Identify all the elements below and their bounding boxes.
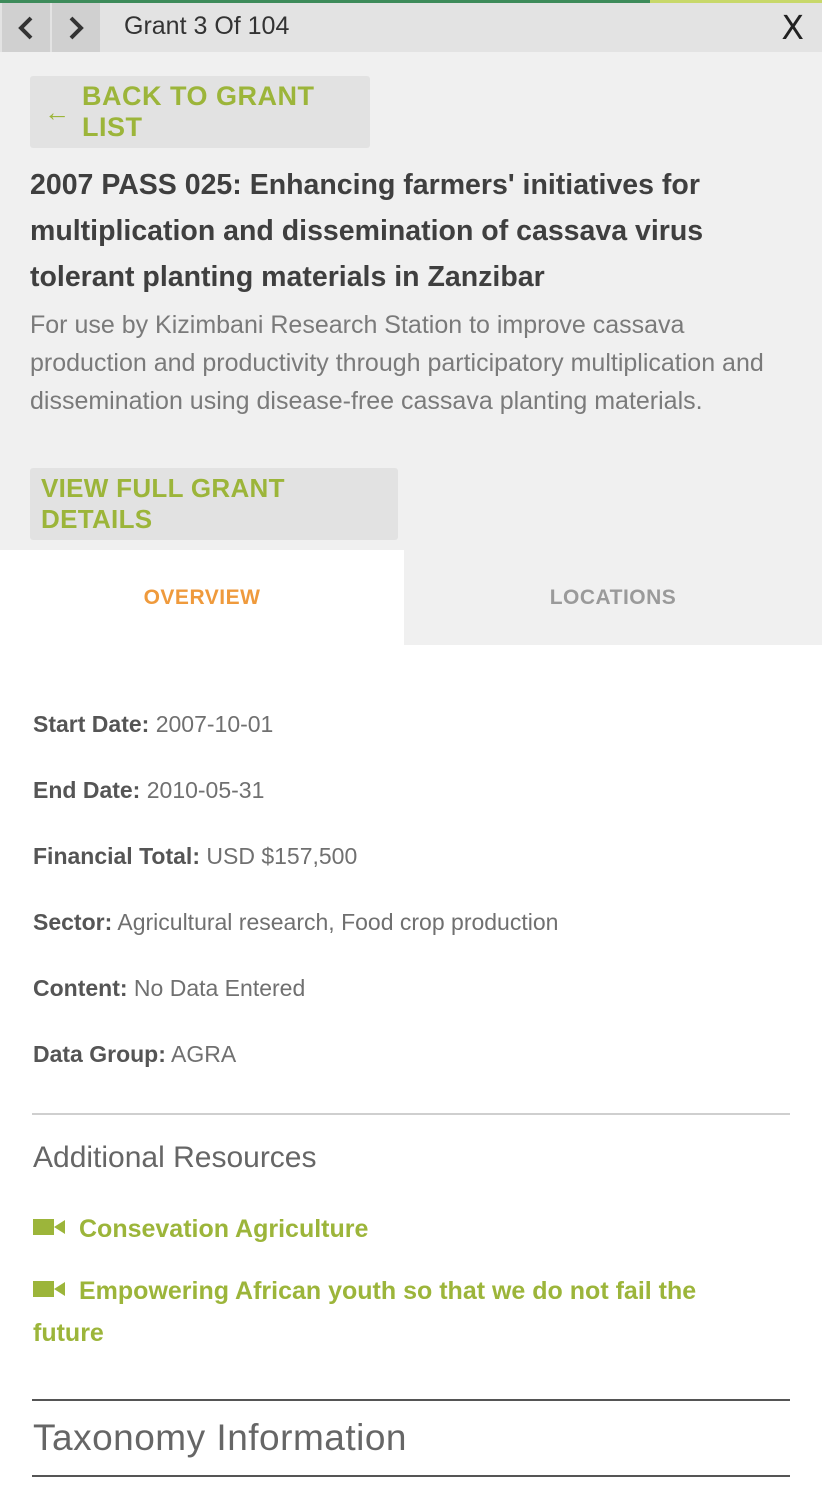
chevron-right-icon: [69, 16, 84, 39]
arrow-left-icon: ←: [44, 97, 70, 127]
financial-total-value: USD $157,500: [206, 843, 358, 869]
progress-bar-remainder: [650, 0, 822, 3]
divider: [32, 1399, 790, 1401]
tab-overview-label: OVERVIEW: [143, 585, 261, 609]
content-value: No Data Entered: [133, 975, 306, 1001]
close-button[interactable]: X: [781, 8, 804, 47]
details-button-label: VIEW FULL GRANT DETAILS: [41, 473, 285, 534]
back-to-grant-list-button[interactable]: ← BACK TO GRANT LIST: [30, 76, 370, 148]
resource-link-label: Consevation Agriculture: [79, 1215, 369, 1243]
sector-label: Sector:: [33, 909, 113, 935]
sector-value: Agricultural research, Food crop product…: [117, 909, 559, 935]
content-field: Content: No Data Entered: [33, 975, 305, 1002]
divider: [32, 1475, 790, 1477]
financial-total-field: Financial Total: USD $157,500: [33, 843, 357, 870]
top-bar: Grant 3 Of 104 X: [0, 0, 822, 52]
tab-overview[interactable]: OVERVIEW: [0, 550, 404, 645]
resource-link-label: Empowering African youth so that we do n…: [33, 1277, 697, 1347]
video-camera-icon: [33, 1219, 65, 1236]
next-grant-button[interactable]: [52, 3, 100, 52]
data-group-label: Data Group:: [33, 1041, 166, 1067]
data-group-field: Data Group: AGRA: [33, 1041, 236, 1068]
grant-counter: Grant 3 Of 104: [124, 12, 290, 40]
financial-total-label: Financial Total:: [33, 843, 200, 869]
content-label: Content:: [33, 975, 128, 1001]
taxonomy-information-heading: Taxonomy Information: [33, 1417, 408, 1458]
chevron-left-icon: [18, 16, 33, 39]
view-full-grant-details-button[interactable]: VIEW FULL GRANT DETAILS: [30, 468, 398, 540]
data-group-value: AGRA: [171, 1041, 237, 1067]
grant-description: For use by Kizimbani Research Station to…: [30, 311, 764, 415]
sector-field: Sector: Agricultural research, Food crop…: [33, 909, 558, 936]
start-date-field: Start Date: 2007-10-01: [33, 711, 273, 738]
resource-link[interactable]: Consevation Agriculture: [33, 1208, 753, 1250]
end-date-label: End Date:: [33, 777, 141, 803]
divider: [32, 1113, 790, 1115]
back-button-label: BACK TO GRANT LIST: [82, 81, 315, 142]
previous-grant-button[interactable]: [2, 3, 50, 52]
tab-locations[interactable]: LOCATIONS: [404, 550, 822, 645]
tab-locations-label: LOCATIONS: [549, 585, 677, 609]
end-date-value: 2010-05-31: [146, 777, 265, 803]
grant-title: 2007 PASS 025: Enhancing farmers' initia…: [30, 169, 704, 293]
start-date-value: 2007-10-01: [155, 711, 274, 737]
end-date-field: End Date: 2010-05-31: [33, 777, 264, 804]
resource-link[interactable]: Empowering African youth so that we do n…: [33, 1270, 753, 1354]
grant-header: ← BACK TO GRANT LIST 2007 PASS 025: Enha…: [0, 52, 822, 550]
additional-resources-heading: Additional Resources: [33, 1141, 317, 1174]
start-date-label: Start Date:: [33, 711, 150, 737]
video-camera-icon: [33, 1281, 65, 1298]
